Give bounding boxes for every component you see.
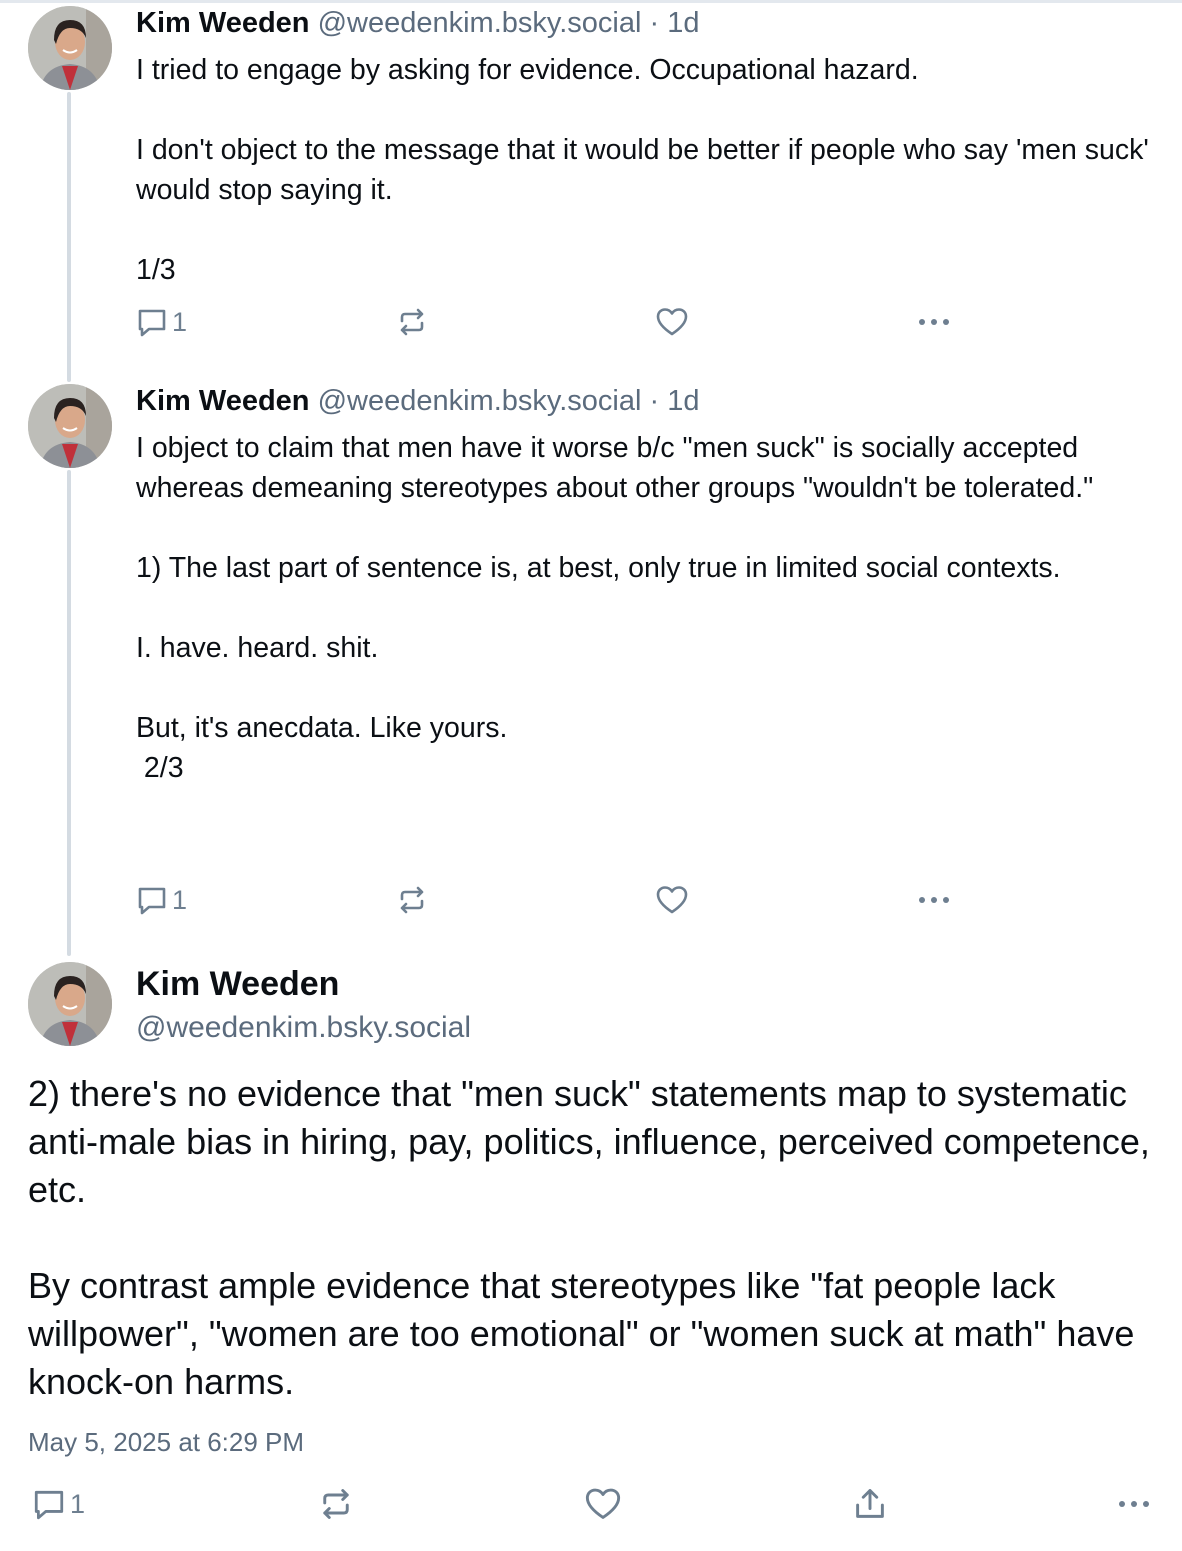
repost-icon <box>396 884 428 916</box>
main-author-handle[interactable]: @weedenkim.bsky.social <box>136 1008 471 1048</box>
like-icon <box>655 306 689 338</box>
more-icon <box>916 306 952 338</box>
post-age: · 1d <box>649 7 700 39</box>
post-text: I tried to engage by asking for evidence… <box>136 54 1149 286</box>
reply-icon <box>136 884 168 916</box>
main-author-name[interactable]: Kim Weeden <box>136 962 339 1006</box>
repost-icon <box>396 306 428 338</box>
reply-count: 1 <box>70 1488 86 1519</box>
top-divider <box>0 0 1182 3</box>
post-age: · 1d <box>649 385 700 417</box>
more-options-button[interactable] <box>1114 1484 1154 1524</box>
more-options-button[interactable] <box>916 880 952 920</box>
post-actions: 1 <box>136 880 966 920</box>
reply-button[interactable]: 1 <box>136 302 187 342</box>
share-icon <box>852 1486 888 1522</box>
more-icon <box>1114 1488 1154 1520</box>
reply-count: 1 <box>172 884 188 915</box>
like-button[interactable] <box>655 880 689 920</box>
thread-post: Kim Weeden @weedenkim.bsky.social · 1d I… <box>136 384 1166 788</box>
avatar[interactable] <box>28 384 112 468</box>
repost-button[interactable] <box>396 880 428 920</box>
like-icon <box>584 1486 622 1522</box>
main-post-text: 2) there's no evidence that "men suck" s… <box>28 1073 1150 1402</box>
author-name[interactable]: Kim Weeden <box>136 385 310 417</box>
avatar[interactable] <box>28 6 112 90</box>
thread-connector <box>67 92 71 382</box>
more-icon <box>916 884 952 916</box>
repost-icon <box>318 1486 354 1522</box>
post-actions: 1 <box>136 302 966 342</box>
like-button[interactable] <box>584 1484 622 1524</box>
share-button[interactable] <box>852 1484 888 1524</box>
post-text: I object to claim that men have it worse… <box>136 432 1094 784</box>
avatar[interactable] <box>28 962 112 1046</box>
more-options-button[interactable] <box>916 302 952 342</box>
author-name[interactable]: Kim Weeden <box>136 7 310 39</box>
post-header: Kim Weeden @weedenkim.bsky.social · 1d <box>136 384 1166 418</box>
post-header: Kim Weeden @weedenkim.bsky.social · 1d <box>136 6 1166 40</box>
repost-button[interactable] <box>318 1484 354 1524</box>
post-timestamp: May 5, 2025 at 6:29 PM <box>28 1427 305 1457</box>
reply-icon <box>32 1487 66 1521</box>
repost-button[interactable] <box>396 302 428 342</box>
reply-button[interactable]: 1 <box>32 1484 85 1524</box>
author-handle[interactable]: @weedenkim.bsky.social <box>318 7 642 39</box>
like-icon <box>655 884 689 916</box>
like-button[interactable] <box>655 302 689 342</box>
reply-button[interactable]: 1 <box>136 880 187 920</box>
thread-post: Kim Weeden @weedenkim.bsky.social · 1d I… <box>136 6 1166 290</box>
author-handle[interactable]: @weedenkim.bsky.social <box>318 385 642 417</box>
reply-count: 1 <box>172 306 188 337</box>
reply-icon <box>136 306 168 338</box>
main-post-actions: 1 <box>28 1484 1158 1524</box>
thread-connector <box>67 470 71 956</box>
